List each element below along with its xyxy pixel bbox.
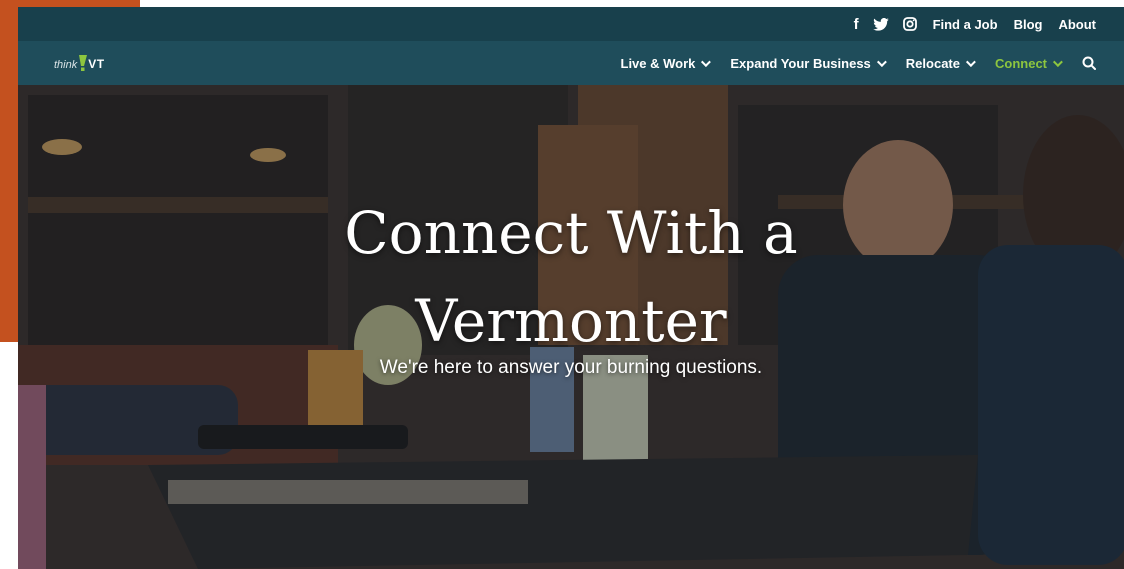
chevron-down-icon bbox=[876, 56, 887, 67]
hero-title-line-2: Vermonter bbox=[415, 287, 727, 355]
nav-item-expand-business[interactable]: Expand Your Business bbox=[730, 55, 887, 71]
chevron-down-icon bbox=[701, 56, 712, 67]
chevron-down-icon bbox=[1052, 56, 1063, 67]
twitter-icon[interactable] bbox=[872, 17, 889, 31]
site-frame: f Find a Job Blog About think VT Live & … bbox=[18, 7, 1124, 569]
nav-menu: Live & Work Expand Your Business Relocat… bbox=[620, 55, 1096, 71]
nav-item-live-work[interactable]: Live & Work bbox=[620, 55, 712, 71]
logo-exclamation-mark bbox=[78, 55, 88, 71]
find-a-job-link[interactable]: Find a Job bbox=[933, 17, 998, 32]
blog-link[interactable]: Blog bbox=[1014, 17, 1043, 32]
main-navigation: think VT Live & Work Expand Your Busines… bbox=[18, 41, 1124, 85]
hero-banner: Connect With a Vermonter We're here to a… bbox=[18, 85, 1124, 569]
utility-links: Find a Job Blog About bbox=[933, 17, 1096, 32]
chevron-down-icon bbox=[965, 56, 976, 67]
nav-item-label: Live & Work bbox=[620, 55, 696, 71]
search-icon[interactable] bbox=[1082, 56, 1096, 70]
top-utility-bar: f Find a Job Blog About bbox=[18, 7, 1124, 41]
nav-item-relocate[interactable]: Relocate bbox=[905, 55, 976, 71]
nav-item-label: Expand Your Business bbox=[730, 55, 871, 71]
facebook-icon[interactable]: f bbox=[854, 17, 859, 32]
nav-item-label: Connect bbox=[995, 55, 1047, 71]
hero-title: Connect With a Vermonter bbox=[18, 189, 1124, 365]
hero-title-line-1: Connect With a bbox=[344, 199, 798, 267]
nav-item-label: Relocate bbox=[905, 55, 960, 71]
instagram-icon[interactable] bbox=[902, 17, 917, 31]
hero-text-block: Connect With a Vermonter We're here to a… bbox=[18, 85, 1124, 569]
hero-subtitle: We're here to answer your burning questi… bbox=[379, 357, 763, 378]
thinkvt-logo[interactable]: think VT bbox=[54, 55, 105, 71]
nav-item-connect[interactable]: Connect bbox=[995, 55, 1063, 71]
logo-vt-text: VT bbox=[88, 57, 105, 71]
logo-think-text: think bbox=[54, 59, 78, 71]
about-link[interactable]: About bbox=[1058, 17, 1096, 32]
social-links: f bbox=[854, 17, 917, 32]
